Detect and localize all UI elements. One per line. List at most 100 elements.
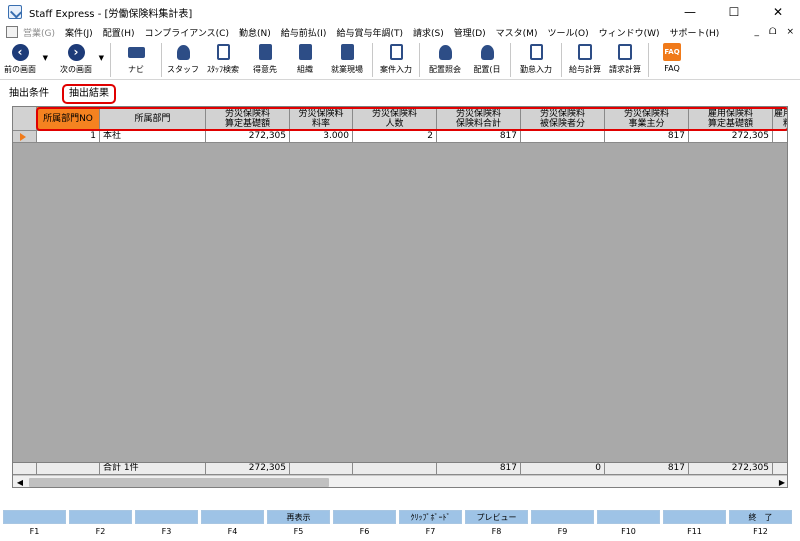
org-button[interactable]: 組織 <box>285 40 325 80</box>
menu-item-1[interactable]: 案件(J) <box>60 26 98 39</box>
attendance-entry-label: 勤怠入力 <box>520 65 552 74</box>
navi-button[interactable]: ナビ <box>114 40 158 80</box>
scroll-thumb[interactable] <box>29 478 329 487</box>
table-cell[interactable]: 2 <box>353 131 437 143</box>
scroll-right-button[interactable]: ▶ <box>775 476 787 487</box>
fkey-label: F11 <box>687 527 702 536</box>
column-header-0[interactable]: 所属部門NO <box>37 107 100 131</box>
table-cell[interactable]: 本社 <box>100 131 206 143</box>
row-selector[interactable] <box>13 131 37 143</box>
fkey-button-f6[interactable] <box>333 510 396 524</box>
menu-item-6[interactable]: 給与賞与年調(T) <box>331 26 408 39</box>
menu-item-7[interactable]: 請求(S) <box>408 26 449 39</box>
billing-calc-button[interactable]: 請求計算 <box>605 40 645 80</box>
column-header-4[interactable]: 労災保険料 人数 <box>353 107 437 131</box>
table-cell[interactable]: 272,305 <box>206 131 290 143</box>
fkey-button-f3[interactable] <box>135 510 198 524</box>
fkey-button-f12[interactable]: 終 了 <box>729 510 792 524</box>
forward-button[interactable]: › 次の画面 ▼ <box>56 40 104 80</box>
minimize-button[interactable]: — <box>668 0 712 24</box>
table-cell[interactable]: 817 <box>437 131 521 143</box>
fkey-button-f5[interactable]: 再表示 <box>267 510 330 524</box>
fkey-button-f4[interactable] <box>201 510 264 524</box>
column-header-1[interactable]: 所属部門 <box>100 107 206 131</box>
column-header-line: 所属部門NO <box>43 113 93 124</box>
mdi-minimize-button[interactable]: _ <box>754 27 759 37</box>
table-cell[interactable]: 272,305 <box>689 131 773 143</box>
column-header-line: 算定基礎額 <box>707 118 753 129</box>
menu-item-12[interactable]: サポート(H) <box>665 26 725 39</box>
fkey-button-f9[interactable] <box>531 510 594 524</box>
tab-results[interactable]: 抽出結果 <box>62 84 116 104</box>
table-cell[interactable] <box>521 131 605 143</box>
menu-item-8[interactable]: 管理(D) <box>449 26 491 39</box>
menu-item-4[interactable]: 勤怠(N) <box>234 26 276 39</box>
menu-item-3[interactable]: コンプライアンス(C) <box>139 26 234 39</box>
menu-item-0[interactable]: 営業(G) <box>18 26 60 39</box>
column-header-9[interactable]: 雇用保料 <box>773 107 787 131</box>
job-entry-label: 案件入力 <box>380 65 412 74</box>
job-entry-button[interactable]: 案件入力 <box>376 40 416 80</box>
staff-button[interactable]: スタッフ <box>165 40 201 80</box>
fkey-button-f11[interactable] <box>663 510 726 524</box>
back-label: 前の画面 <box>4 65 36 74</box>
arrow-right-icon: › <box>67 43 85 61</box>
table-cell[interactable]: 1 <box>37 131 100 143</box>
back-button[interactable]: ‹ 前の画面 ▼ <box>0 40 48 80</box>
tab-conditions[interactable]: 抽出条件 <box>4 85 54 103</box>
totals-cell <box>290 463 353 475</box>
staff-search-button[interactable]: ｽﾀｯﾌ検索 <box>201 40 245 80</box>
column-header-line: 料 <box>773 119 787 129</box>
toolbar-separator <box>648 43 649 77</box>
column-header-6[interactable]: 労災保険料 被保険者分 <box>521 107 605 131</box>
table-cell[interactable]: 1 <box>773 131 787 143</box>
column-header-3[interactable]: 労災保険料 料率 <box>290 107 353 131</box>
column-header-line: 料率 <box>311 118 330 129</box>
chevron-down-icon[interactable]: ▼ <box>43 54 48 62</box>
column-header-8[interactable]: 雇用保険料 算定基礎額 <box>689 107 773 131</box>
column-header-7[interactable]: 労災保険料 事業主分 <box>605 107 689 131</box>
table-cell[interactable]: 817 <box>605 131 689 143</box>
table-row[interactable]: 1本社272,3053.0002817817272,3051 <box>13 131 787 143</box>
menu-item-11[interactable]: ウィンドウ(W) <box>594 26 665 39</box>
payroll-calc-label: 給与計算 <box>569 65 601 74</box>
fkey-button-f2[interactable] <box>69 510 132 524</box>
faq-button[interactable]: FAQ FAQ <box>652 40 692 80</box>
results-grid[interactable]: 所属部門NO 所属部門 労災保険料 算定基礎額 労災保険料 料率 労災保険料 人数 労災保険料保… <box>12 106 788 488</box>
scroll-left-button[interactable]: ◀ <box>13 476 27 487</box>
column-header-line: 労災保険料 <box>371 108 417 119</box>
horizontal-scrollbar[interactable]: ◀ ▶ <box>13 475 787 487</box>
placement-view-label: 配置照会 <box>429 65 461 74</box>
fkey-label: F6 <box>359 527 370 536</box>
fkey-button-f8[interactable]: プレビュー <box>465 510 528 524</box>
placement-day-button[interactable]: 配置(日 <box>467 40 507 80</box>
attendance-entry-button[interactable]: 勤怠入力 <box>514 40 558 80</box>
close-button[interactable]: ✕ <box>756 0 800 24</box>
chevron-down-icon[interactable]: ▼ <box>99 54 104 62</box>
window-title: Staff Express - [労働保険料集計表] <box>29 8 193 20</box>
mdi-restore-button[interactable]: ᗝ <box>769 27 776 37</box>
column-header-5[interactable]: 労災保険料 保険料合計 <box>437 107 521 131</box>
mdi-close-button[interactable]: × <box>786 27 794 37</box>
fkey-button-f10[interactable] <box>597 510 660 524</box>
menu-item-5[interactable]: 給与前払(I) <box>276 26 332 39</box>
forward-label: 次の画面 <box>60 65 92 74</box>
fkey-label: F12 <box>753 527 768 536</box>
totals-selector <box>13 463 37 475</box>
placement-view-button[interactable]: 配置照会 <box>423 40 467 80</box>
menu-item-9[interactable]: マスタ(M) <box>491 26 543 39</box>
column-header-2[interactable]: 労災保険料 算定基礎額 <box>206 107 290 131</box>
maximize-button[interactable]: ☐ <box>712 0 756 24</box>
totals-cell: 817 <box>605 463 689 475</box>
table-cell[interactable]: 3.000 <box>290 131 353 143</box>
fkey-button-f7[interactable]: ｸﾘｯﾌﾟﾎﾞｰﾄﾞ <box>399 510 462 524</box>
payroll-calc-button[interactable]: 給与計算 <box>565 40 605 80</box>
menu-item-10[interactable]: ツール(O) <box>542 26 593 39</box>
document-icon[interactable] <box>6 26 18 38</box>
client-button[interactable]: 得意先 <box>245 40 285 80</box>
column-header-line: 所属部門 <box>134 113 171 124</box>
fkey-button-f1[interactable] <box>3 510 66 524</box>
menu-item-2[interactable]: 配置(H) <box>98 26 140 39</box>
fkey-label: F10 <box>621 527 636 536</box>
worksite-button[interactable]: 就業現場 <box>325 40 369 80</box>
